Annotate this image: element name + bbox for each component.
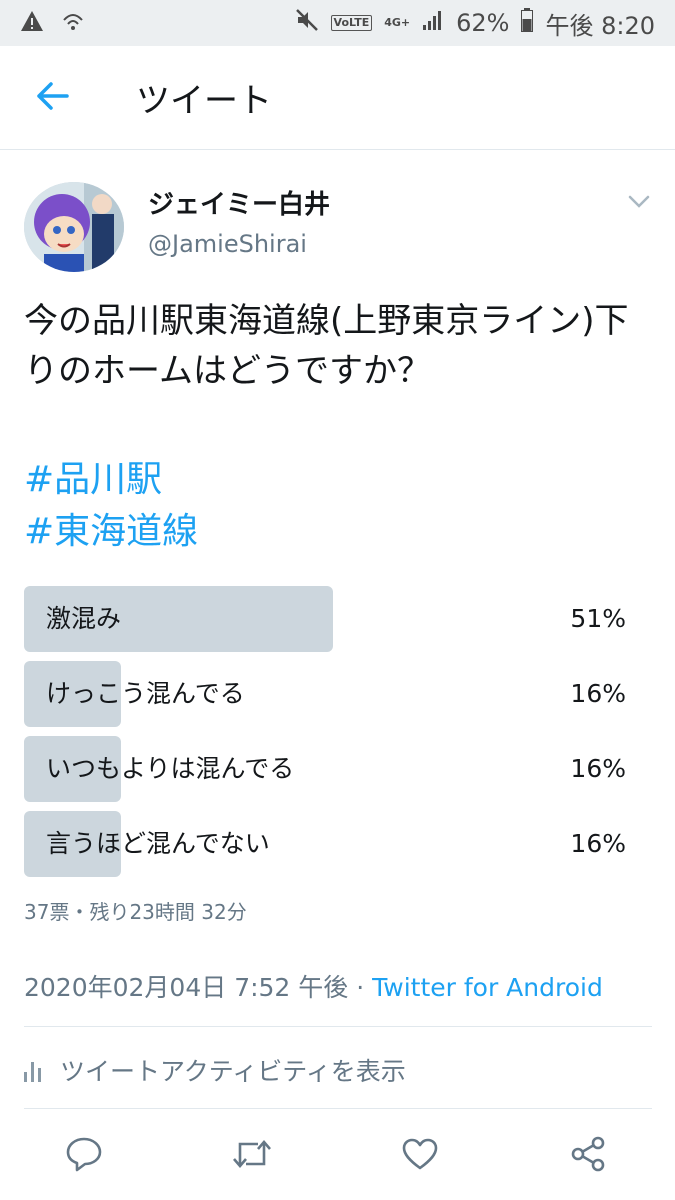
chevron-down-icon bbox=[628, 194, 650, 213]
poll-option-percent: 51% bbox=[570, 604, 626, 633]
share-icon bbox=[569, 1135, 607, 1177]
poll-option-percent: 16% bbox=[570, 679, 626, 708]
retweet-icon bbox=[231, 1137, 273, 1175]
hashtag-link[interactable]: #東海道線 bbox=[24, 506, 198, 558]
user-handle[interactable]: @JamieShirai bbox=[148, 230, 307, 258]
app-header: ツイート bbox=[0, 46, 675, 150]
poll-option: けっこう混んでる 16% bbox=[24, 661, 630, 727]
tweet-activity-link[interactable]: ツイートアクティビティを表示 bbox=[24, 1050, 406, 1090]
poll-option-percent: 16% bbox=[570, 754, 626, 783]
more-options-button[interactable] bbox=[624, 188, 654, 218]
reply-button[interactable] bbox=[62, 1134, 106, 1178]
reply-icon bbox=[65, 1136, 103, 1176]
poll-option-label: 言うほど混んでない bbox=[46, 829, 270, 858]
poll-meta: 37票・残り23時間 32分 bbox=[24, 900, 247, 924]
poll-option-percent: 16% bbox=[570, 829, 626, 858]
clock: 午後 8:20 bbox=[545, 11, 655, 40]
signal-icon bbox=[422, 9, 444, 37]
poll-option: いつもよりは混んでる 16% bbox=[24, 736, 630, 802]
heart-icon bbox=[401, 1137, 439, 1175]
poll-option-label: 激混み bbox=[46, 604, 122, 633]
tweet-timestamp: 2020年02月04日 7:52 午後 · Twitter for Androi… bbox=[24, 968, 603, 1004]
hashtag-list: #品川駅 #東海道線 bbox=[24, 454, 198, 558]
divider bbox=[24, 1026, 652, 1027]
bar-chart-icon bbox=[24, 1058, 48, 1082]
warning-icon bbox=[20, 10, 44, 36]
volte-badge: VoLTE bbox=[330, 15, 373, 31]
retweet-button[interactable] bbox=[230, 1134, 274, 1178]
like-button[interactable] bbox=[398, 1134, 442, 1178]
mute-icon bbox=[295, 8, 319, 38]
tweet-activity-label: ツイートアクティビティを表示 bbox=[60, 1057, 406, 1086]
tweet-author: ジェイミー白井 @JamieShirai bbox=[24, 182, 654, 274]
network-type: 4G+ bbox=[384, 16, 411, 29]
tweet-datetime: 2020年02月04日 7:52 午後 bbox=[24, 973, 349, 1002]
display-name[interactable]: ジェイミー白井 bbox=[148, 184, 330, 221]
back-button[interactable] bbox=[22, 68, 82, 128]
timestamp-separator: · bbox=[348, 973, 373, 1002]
poll-option: 言うほど混んでない 16% bbox=[24, 811, 630, 877]
source-link[interactable]: Twitter for Android bbox=[372, 973, 603, 1002]
divider bbox=[24, 1108, 652, 1109]
tweet-text: 今の品川駅東海道線(上野東京ライン)下りのホームはどうですか？ bbox=[24, 301, 629, 391]
share-button[interactable] bbox=[566, 1134, 610, 1178]
status-bar: VoLTE 4G+ 62% 午後 8:20 bbox=[0, 0, 675, 46]
page-title: ツイート bbox=[136, 81, 272, 121]
poll-option: 激混み 51% bbox=[24, 586, 630, 652]
poll-option-label: いつもよりは混んでる bbox=[46, 754, 295, 783]
poll: 激混み 51% けっこう混んでる 16% いつもよりは混んでる 16% 言うほど… bbox=[24, 586, 630, 886]
poll-option-label: けっこう混んでる bbox=[46, 679, 245, 708]
avatar[interactable] bbox=[24, 182, 124, 272]
arrow-left-icon bbox=[35, 81, 69, 115]
hashtag-link[interactable]: #品川駅 bbox=[24, 454, 198, 506]
tweet-actions bbox=[0, 1128, 675, 1184]
battery-percent: 62% bbox=[456, 9, 510, 37]
battery-icon bbox=[521, 8, 534, 38]
wifi-calling-icon bbox=[60, 8, 86, 38]
